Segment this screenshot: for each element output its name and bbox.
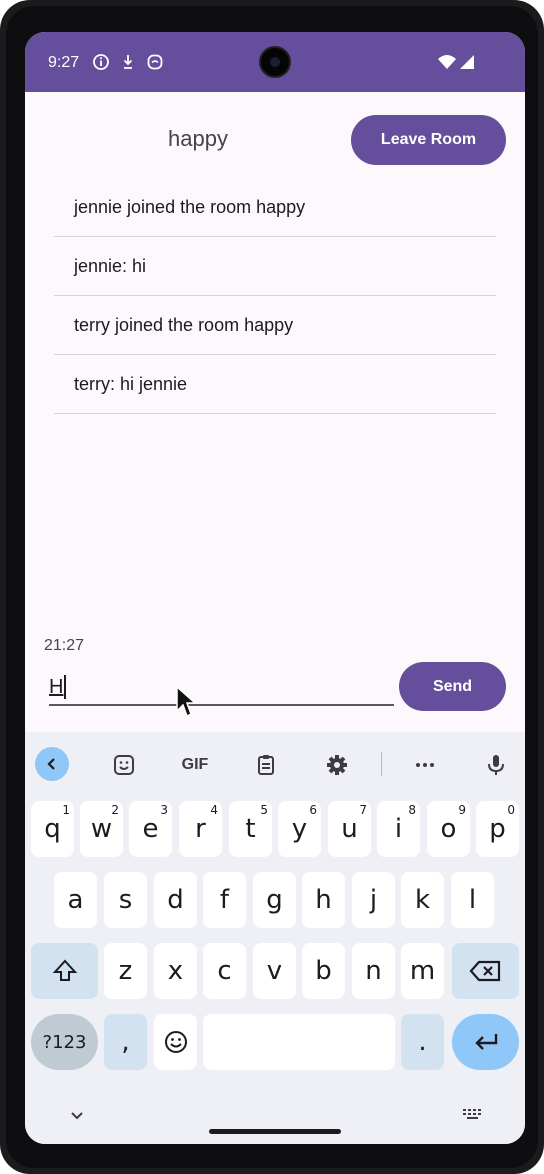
download-icon [123,55,133,69]
key-label: y [291,814,308,844]
key-y[interactable]: y6 [278,801,321,857]
message-input[interactable] [49,673,389,701]
key-u[interactable]: u7 [328,801,371,857]
message-timestamp: 21:27 [44,637,85,654]
wifi-icon [438,55,456,69]
key-label: w [90,814,113,844]
key-v[interactable]: v [253,943,296,999]
key-number: 4 [210,803,218,817]
key-l[interactable]: l [451,872,494,928]
key-number: 7 [359,803,367,817]
app-icon [147,54,163,70]
key-w[interactable]: w2 [80,801,123,857]
clipboard-icon[interactable] [251,750,281,780]
message-list: jennie joined the room happy jennie: hi … [54,178,496,414]
key-number: 5 [260,803,268,817]
key-number: 8 [408,803,416,817]
key-number: 0 [507,803,515,817]
key-p[interactable]: p0 [476,801,519,857]
key-number: 3 [160,803,168,817]
gesture-nav-bar[interactable] [209,1129,341,1134]
more-icon[interactable] [410,750,440,780]
text-caret [64,675,66,699]
message-item: jennie joined the room happy [54,178,496,237]
key-label: i [394,814,403,844]
leave-room-button[interactable]: Leave Room [351,115,506,165]
key-label: q [44,814,61,844]
key-b[interactable]: b [302,943,345,999]
key-q[interactable]: q1 [31,801,74,857]
key-a[interactable]: a [54,872,97,928]
mouse-cursor-icon [176,685,197,718]
message-item: terry joined the room happy [54,296,496,355]
message-item: jennie: hi [54,237,496,296]
emoji-key[interactable] [154,1014,197,1070]
enter-icon [474,1034,497,1050]
message-item: terry: hi jennie [54,355,496,414]
key-number: 1 [62,803,70,817]
gif-button[interactable]: GIF [177,750,213,780]
gear-icon[interactable] [322,750,352,780]
send-button[interactable]: Send [399,662,506,711]
key-r[interactable]: r4 [179,801,222,857]
key-number: 9 [458,803,466,817]
key-d[interactable]: d [154,872,197,928]
period-key[interactable]: . [401,1014,444,1070]
key-number: 2 [111,803,119,817]
backspace-key[interactable] [452,943,519,999]
key-label: o [440,814,457,844]
status-bar: 9:27 [25,32,525,92]
key-label: e [142,814,159,844]
chevron-down-icon[interactable] [62,1100,92,1130]
key-i[interactable]: i8 [377,801,420,857]
shift-key[interactable] [31,943,98,999]
emoji-icon [164,1031,187,1053]
space-key[interactable] [203,1014,395,1070]
key-label: p [489,814,506,844]
key-label: r [195,814,206,844]
keyboard-switch-icon[interactable] [458,1100,488,1130]
toolbar-divider [381,752,382,776]
key-x[interactable]: x [154,943,197,999]
signal-icon [460,55,474,69]
soft-keyboard: GIF q1 w2 e3 r4 t5 y6 u7 i8 o9 p0 a s d … [25,732,525,1144]
key-h[interactable]: h [302,872,345,928]
shift-icon [52,959,77,981]
message-input-container [49,670,394,706]
comma-key[interactable]: , [104,1014,147,1070]
key-o[interactable]: o9 [427,801,470,857]
room-title: happy [168,126,228,151]
key-f[interactable]: f [203,872,246,928]
key-t[interactable]: t5 [229,801,272,857]
key-label: u [341,814,358,844]
enter-key[interactable] [452,1014,519,1070]
backspace-icon [469,960,500,982]
key-g[interactable]: g [253,872,296,928]
front-camera [259,46,291,78]
chevron-left-icon[interactable] [35,747,69,781]
symbols-key[interactable]: ?123 [31,1014,98,1070]
key-s[interactable]: s [104,872,147,928]
phone-screen: 9:27 happy Leave Room jennie joined the … [25,32,525,1144]
key-m[interactable]: m [401,943,444,999]
key-number: 6 [309,803,317,817]
info-icon [93,54,109,70]
key-k[interactable]: k [401,872,444,928]
key-c[interactable]: c [203,943,246,999]
key-z[interactable]: z [104,943,147,999]
status-time: 9:27 [48,54,80,71]
key-e[interactable]: e3 [129,801,172,857]
sticker-icon[interactable] [109,750,139,780]
key-label: t [245,814,256,844]
key-n[interactable]: n [352,943,395,999]
mic-icon[interactable] [481,750,511,780]
key-j[interactable]: j [352,872,395,928]
